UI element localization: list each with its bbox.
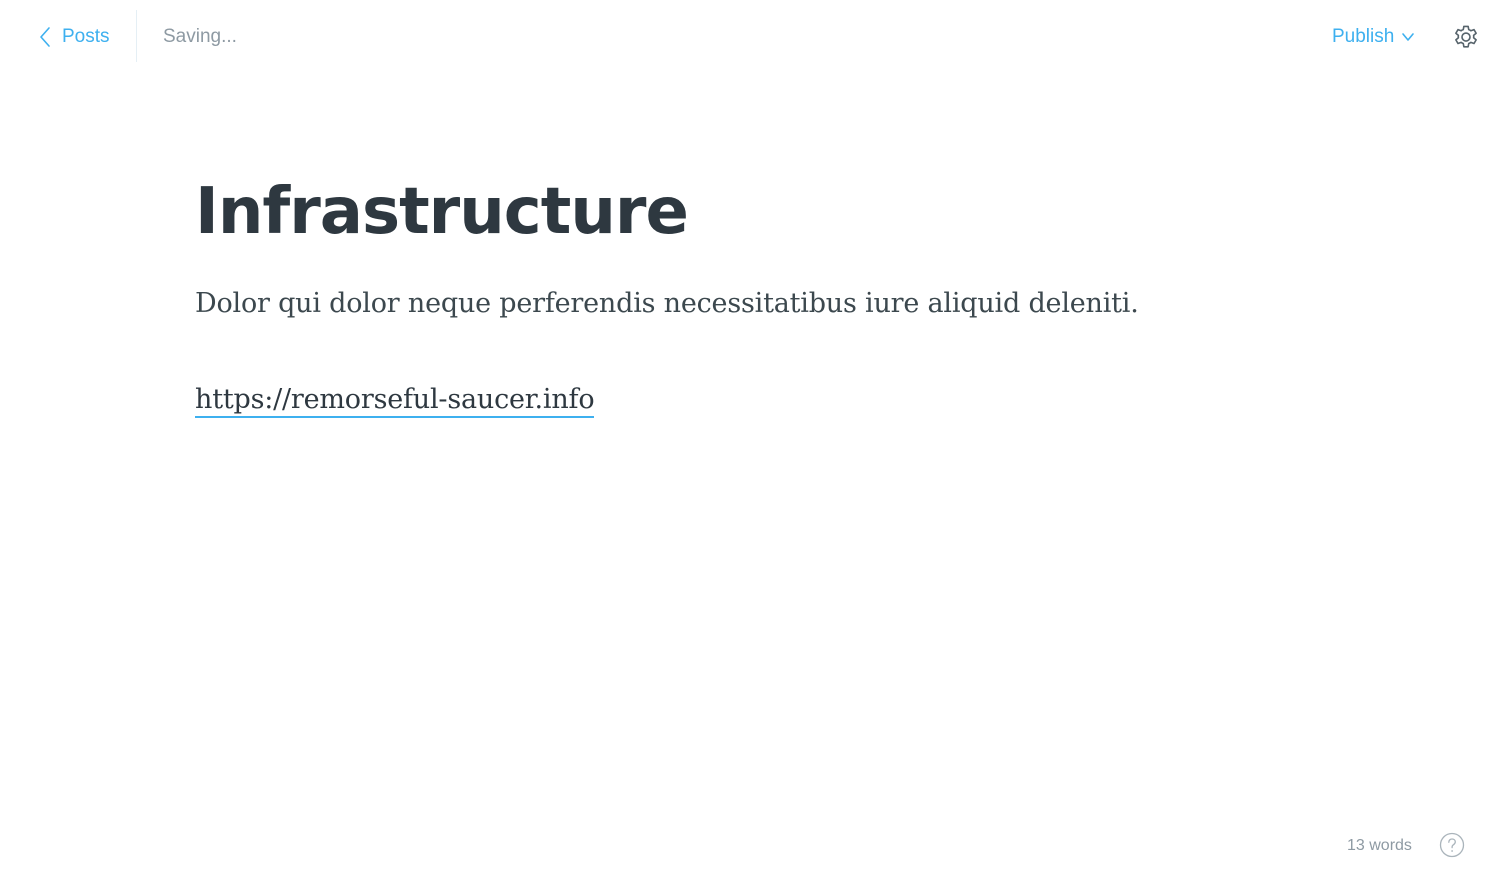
gear-icon bbox=[1455, 25, 1477, 48]
save-status: Saving... bbox=[163, 26, 237, 47]
post-editor: Infrastructure Dolor qui dolor neque per… bbox=[195, 170, 1305, 422]
settings-button[interactable] bbox=[1451, 22, 1481, 52]
post-link[interactable]: https://remorseful-saucer.info bbox=[195, 384, 595, 418]
word-count: 13 words bbox=[1347, 837, 1412, 854]
help-button[interactable] bbox=[1439, 832, 1465, 858]
post-title[interactable]: Infrastructure bbox=[195, 170, 1305, 254]
back-link-label: Posts bbox=[62, 26, 110, 47]
post-body-paragraph[interactable]: Dolor qui dolor neque perferendis necess… bbox=[195, 282, 1305, 326]
publish-menu-button[interactable]: Publish bbox=[1332, 22, 1415, 52]
chevron-left-icon bbox=[40, 27, 50, 47]
header-divider bbox=[136, 10, 137, 62]
chevron-down-icon bbox=[1402, 33, 1415, 41]
question-circle-icon bbox=[1439, 832, 1465, 858]
post-link-paragraph: https://remorseful-saucer.info bbox=[195, 378, 1305, 422]
publish-label: Publish bbox=[1332, 26, 1395, 47]
back-to-posts-link[interactable]: Posts bbox=[38, 22, 110, 52]
editor-header: Posts Saving... Publish bbox=[0, 0, 1500, 72]
